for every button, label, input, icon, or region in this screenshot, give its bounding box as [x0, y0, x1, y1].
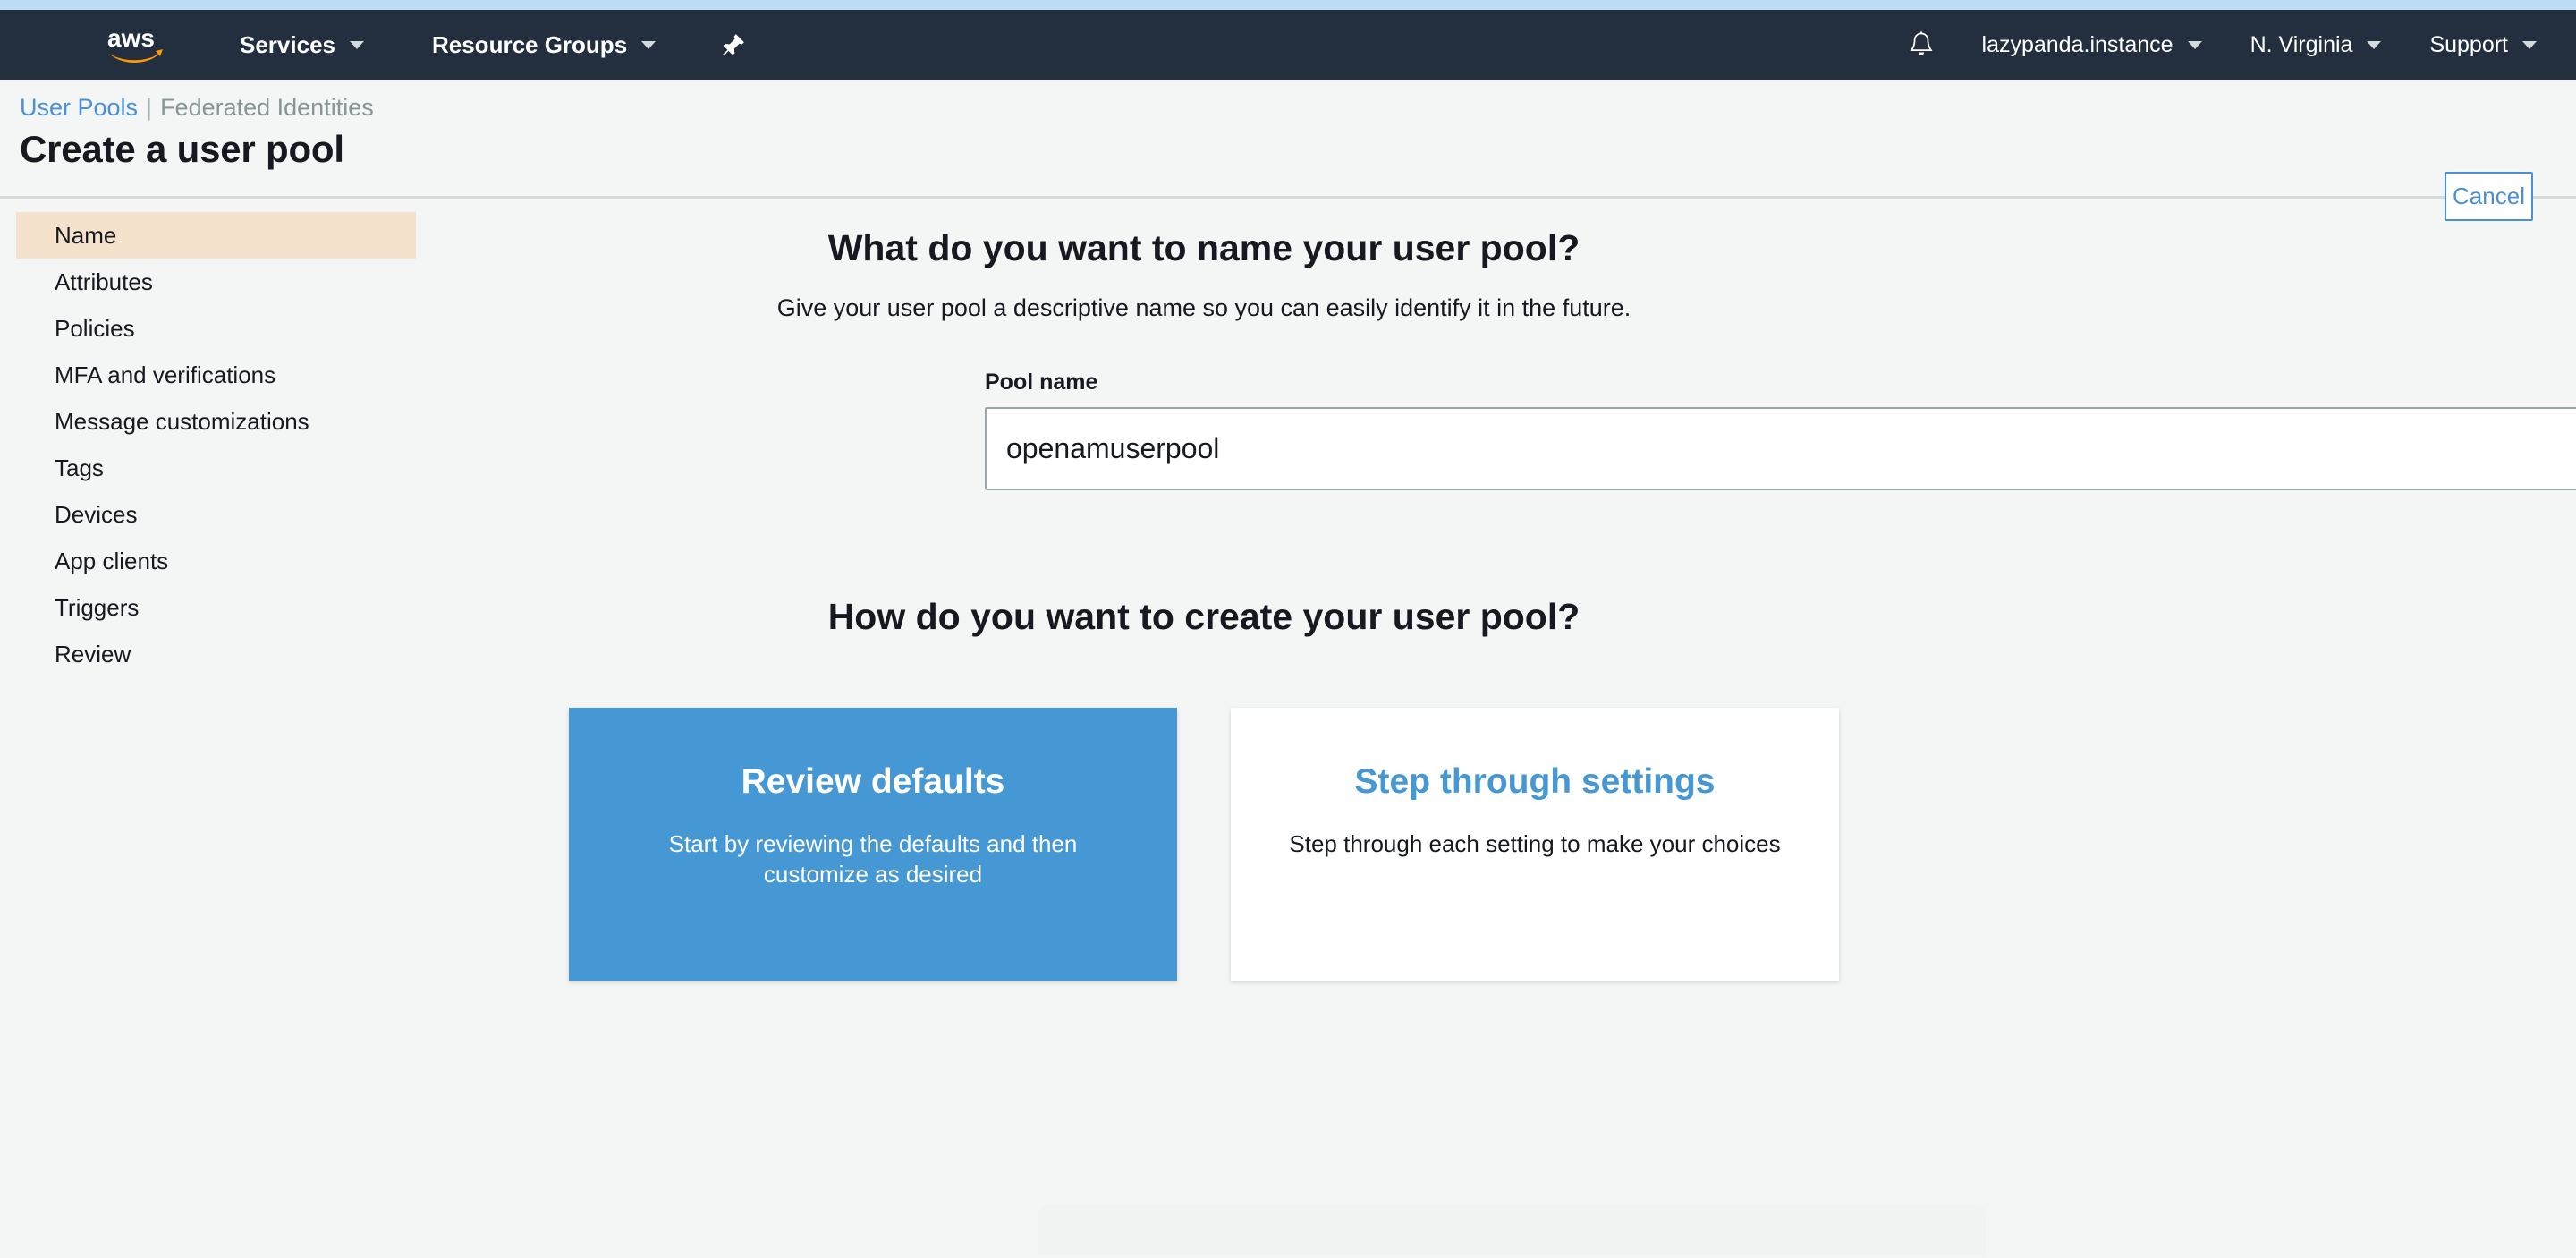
- chevron-down-icon: [2187, 40, 2202, 49]
- step-through-settings-title: Step through settings: [1354, 762, 1716, 801]
- sidebar-item-devices[interactable]: Devices: [16, 491, 416, 538]
- sidebar-item-name[interactable]: Name: [16, 212, 416, 259]
- bottom-panel-edge: [1038, 1205, 1986, 1255]
- sidebar-item-attributes[interactable]: Attributes: [16, 259, 416, 305]
- page-title: Create a user pool: [20, 128, 344, 170]
- nav-resource-groups-menu[interactable]: Resource Groups: [431, 30, 657, 59]
- sidebar-item-app-clients[interactable]: App clients: [16, 538, 416, 584]
- step-through-settings-card[interactable]: Step through settings Step through each …: [1231, 708, 1839, 981]
- nav-services-menu[interactable]: Services: [240, 31, 364, 59]
- creation-method-cards: Review defaults Start by reviewing the d…: [448, 708, 1960, 981]
- sidebar-item-triggers[interactable]: Triggers: [16, 584, 416, 631]
- sidebar-item-label: MFA and verifications: [55, 361, 276, 388]
- sidebar-item-label: Policies: [55, 314, 135, 342]
- browser-top-strip: [0, 0, 2576, 10]
- sidebar-item-label: Devices: [55, 500, 138, 528]
- aws-logo-icon: aws: [107, 24, 163, 64]
- chevron-down-icon: [2367, 40, 2382, 49]
- page-body: Name Attributes Policies MFA and verific…: [0, 199, 2576, 1255]
- nav-right-group: lazypanda.instance N. Virginia Support: [1907, 10, 2537, 80]
- sidebar-item-tags[interactable]: Tags: [16, 445, 416, 491]
- nav-account-menu[interactable]: lazypanda.instance: [1982, 32, 2202, 58]
- step-through-settings-description: Step through each setting to make your c…: [1289, 829, 1781, 857]
- page-header: User Pools | Federated Identities Create…: [0, 80, 2576, 221]
- bell-icon: [1909, 31, 1933, 55]
- sidebar-item-policies[interactable]: Policies: [16, 305, 416, 352]
- review-defaults-title: Review defaults: [741, 762, 1005, 801]
- nav-region-menu[interactable]: N. Virginia: [2250, 32, 2382, 58]
- nav-support-menu[interactable]: Support: [2429, 32, 2537, 58]
- sidebar-item-label: Tags: [55, 454, 104, 481]
- breadcrumb-federated-identities[interactable]: Federated Identities: [160, 92, 374, 123]
- pushpin-icon: [723, 34, 745, 56]
- wizard-sidebar: Name Attributes Policies MFA and verific…: [0, 199, 447, 1255]
- aws-logo[interactable]: aws: [106, 24, 166, 65]
- nav-services-label: Services: [240, 30, 335, 58]
- sidebar-item-mfa-and-verifications[interactable]: MFA and verifications: [16, 352, 416, 398]
- chevron-down-icon: [2522, 40, 2537, 49]
- svg-text:aws: aws: [107, 24, 155, 52]
- sidebar-item-label: Triggers: [55, 593, 140, 621]
- sidebar-item-label: Name: [55, 221, 117, 249]
- nav-pin-button[interactable]: [720, 31, 747, 58]
- create-section-heading: How do you want to create your user pool…: [827, 596, 1580, 637]
- sidebar-item-label: Review: [55, 640, 131, 667]
- nav-account-label: lazypanda.instance: [1981, 31, 2174, 57]
- chevron-down-icon: [641, 40, 657, 49]
- breadcrumb-separator: |: [146, 94, 153, 121]
- pool-name-label: Pool name: [985, 370, 1098, 395]
- aws-global-navigation: aws Services Resource Groups lazypanda.i…: [0, 10, 2576, 80]
- wizard-main-content: What do you want to name your user pool?…: [447, 199, 2576, 1255]
- breadcrumb-user-pools[interactable]: User Pools: [20, 92, 138, 123]
- name-section-subheading: Give your user pool a descriptive name s…: [776, 294, 1631, 321]
- review-defaults-description: Start by reviewing the defaults and then…: [668, 829, 1078, 888]
- pool-name-input[interactable]: [985, 407, 2576, 490]
- nav-left-group: Services Resource Groups: [240, 31, 747, 59]
- nav-resource-groups-label: Resource Groups: [431, 30, 628, 58]
- sidebar-item-label: Message customizations: [55, 407, 309, 435]
- nav-region-label: N. Virginia: [2250, 31, 2353, 57]
- sidebar-item-label: Attributes: [55, 268, 153, 295]
- chevron-down-icon: [349, 40, 364, 49]
- nav-support-label: Support: [2429, 31, 2508, 57]
- sidebar-item-label: App clients: [55, 547, 169, 574]
- sidebar-item-review[interactable]: Review: [16, 631, 416, 677]
- notifications-button[interactable]: [1907, 30, 1936, 60]
- sidebar-item-message-customizations[interactable]: Message customizations: [16, 398, 416, 445]
- name-section-heading: What do you want to name your user pool?: [827, 227, 1580, 268]
- breadcrumb: User Pools | Federated Identities: [20, 92, 2576, 123]
- pool-name-field-block: Pool name: [985, 370, 2576, 490]
- content-column: What do you want to name your user pool?…: [448, 227, 2576, 981]
- review-defaults-card[interactable]: Review defaults Start by reviewing the d…: [569, 708, 1177, 981]
